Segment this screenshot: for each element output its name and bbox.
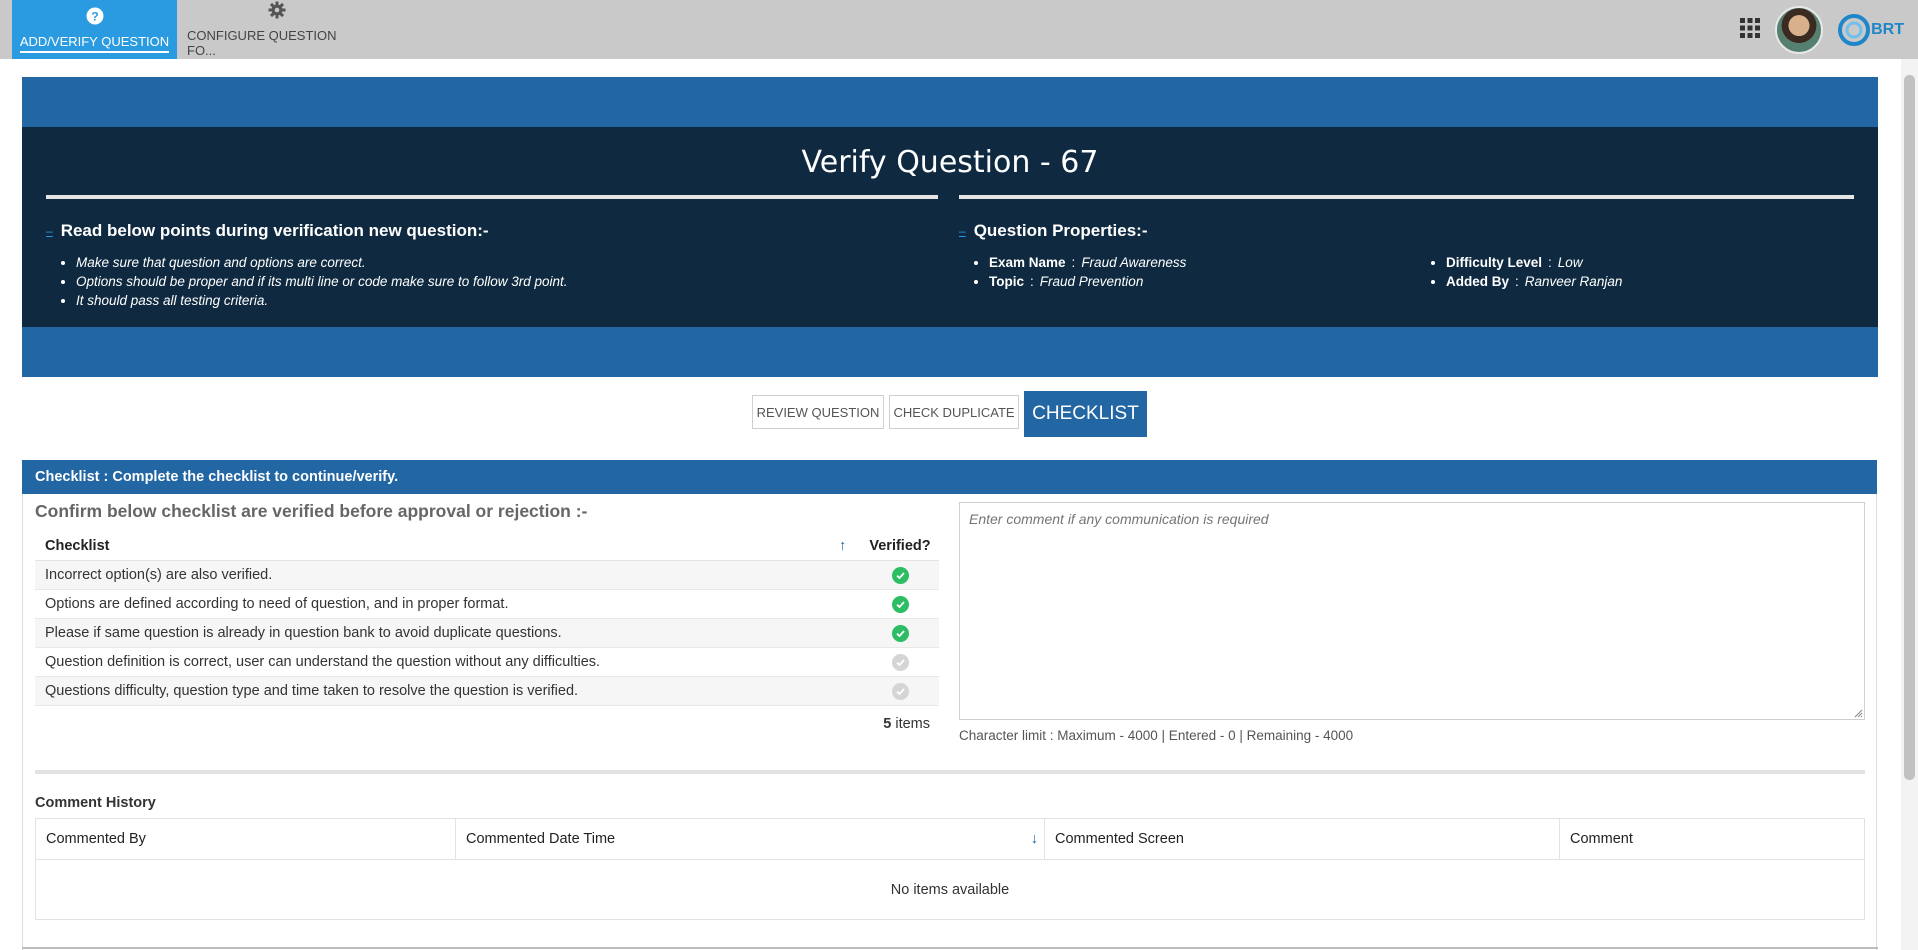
property-topic: Topic:Fraud Prevention — [989, 272, 1186, 291]
unchecked-circle-icon[interactable] — [891, 653, 909, 671]
page-bottom-rule — [22, 947, 1878, 949]
sort-descending-icon[interactable]: ↓ — [1031, 831, 1038, 847]
property-value: Fraud Awareness — [1081, 255, 1187, 270]
svg-text:?: ? — [91, 9, 98, 23]
empty-state-message: No items available — [890, 881, 1010, 898]
question-banner: Verify Question - 67 – Read below points… — [22, 127, 1878, 327]
verified-cell — [861, 653, 939, 671]
column-header-commented-by[interactable]: Commented By — [36, 819, 456, 859]
property-value: Fraud Prevention — [1039, 274, 1144, 289]
property-label: Added By — [1446, 274, 1510, 289]
verified-cell — [861, 595, 939, 613]
comment-history-header: Commented By Commented Date Time ↓ Commen… — [36, 819, 1864, 860]
column-header-checklist[interactable]: Checklist — [35, 538, 839, 554]
comment-textarea[interactable] — [959, 502, 1865, 720]
property-value: Ranveer Ranjan — [1524, 274, 1623, 289]
checklist-table-header: Checklist ↑ Verified? — [35, 531, 939, 561]
gear-icon — [268, 1, 286, 22]
column-header-comment[interactable]: Comment — [1560, 819, 1864, 859]
checklist-item-text: Options are defined according to need of… — [45, 596, 509, 612]
list-item: Make sure that question and options are … — [76, 253, 568, 272]
collapse-toggle-icon[interactable]: – — [959, 224, 966, 238]
checklist-table: Checklist ↑ Verified? Incorrect option(s… — [35, 531, 939, 706]
character-limit-text: Character limit : Maximum - 4000 | Enter… — [959, 728, 1354, 743]
items-count: 5 items — [35, 716, 930, 732]
unchecked-circle-icon[interactable] — [891, 682, 909, 700]
instructions-heading: – Read below points during verification … — [46, 221, 489, 241]
checklist-panel-header: Checklist : Complete the checklist to co… — [22, 460, 1877, 494]
property-label: Difficulty Level — [1446, 255, 1543, 270]
column-header-verified[interactable]: Verified? — [861, 538, 939, 554]
property-difficulty: Difficulty Level:Low — [1446, 253, 1622, 272]
instructions-title: Read below points during verification ne… — [60, 221, 489, 240]
divider — [46, 195, 938, 199]
verified-cell — [861, 682, 939, 700]
verified-cell — [861, 624, 939, 642]
user-avatar[interactable] — [1775, 6, 1824, 54]
table-row: Options are defined according to need of… — [35, 590, 939, 619]
top-nav-bar: ? ADD/VERIFY QUESTION CONFIGURE QUESTION… — [0, 0, 1918, 59]
logo-text: BRT — [1871, 21, 1904, 38]
check-duplicate-button[interactable]: CHECK DUPLICATE — [889, 395, 1019, 429]
column-header-commented-screen[interactable]: Commented Screen — [1045, 819, 1560, 859]
property-added-by: Added By:Ranveer Ranjan — [1446, 272, 1622, 291]
check-circle-icon[interactable] — [891, 566, 909, 584]
collapse-toggle-icon[interactable]: – — [46, 224, 53, 238]
verified-cell — [861, 566, 939, 584]
table-row: Please if same question is already in qu… — [35, 619, 939, 648]
properties-title: Question Properties:- — [973, 221, 1148, 240]
comment-history-title: Comment History — [35, 795, 156, 811]
column-label: Commented By — [46, 831, 146, 847]
property-value: Low — [1557, 255, 1583, 270]
review-question-button[interactable]: REVIEW QUESTION — [752, 395, 884, 429]
tab-configure-question[interactable]: CONFIGURE QUESTION FO... — [187, 0, 367, 59]
properties-list-right: Difficulty Level:Low Added By:Ranveer Ra… — [1446, 253, 1622, 291]
section-divider — [35, 770, 1865, 774]
property-exam-name: Exam Name:Fraud Awareness — [989, 253, 1186, 272]
banner-top-band — [22, 77, 1878, 127]
checklist-item-text: Questions difficulty, question type and … — [45, 683, 579, 699]
table-row: Questions difficulty, question type and … — [35, 677, 939, 706]
checklist-item-text: Incorrect option(s) are also verified. — [45, 567, 273, 583]
page-title: Verify Question - 67 — [801, 145, 1099, 180]
checklist-confirm-title: Confirm below checklist are verified bef… — [35, 501, 588, 521]
column-label: Commented Date Time — [466, 831, 616, 847]
check-circle-icon[interactable] — [891, 595, 909, 613]
checklist-item-text: Please if same question is already in qu… — [45, 625, 562, 641]
check-circle-icon[interactable] — [891, 624, 909, 642]
items-count-number: 5 — [883, 716, 892, 732]
instructions-list: Make sure that question and options are … — [76, 253, 568, 310]
question-circle-icon: ? — [86, 7, 104, 28]
brand-logo[interactable]: BRT — [1837, 13, 1904, 47]
properties-list-left: Exam Name:Fraud Awareness Topic:Fraud Pr… — [989, 253, 1186, 291]
table-row: Incorrect option(s) are also verified. — [35, 561, 939, 590]
checklist-button[interactable]: CHECKLIST — [1024, 391, 1147, 437]
column-label: Comment — [1570, 831, 1633, 847]
list-item: It should pass all testing criteria. — [76, 291, 568, 310]
property-label: Exam Name — [989, 255, 1066, 270]
resize-grip-icon[interactable] — [1853, 708, 1863, 718]
nav-right-area: BRT — [1739, 4, 1904, 56]
comment-history-table: Commented By Commented Date Time ↓ Commen… — [35, 818, 1865, 920]
checklist-item-text: Question definition is correct, user can… — [45, 654, 601, 670]
sort-ascending-icon[interactable]: ↑ — [839, 538, 861, 554]
tab-add-verify-question[interactable]: ? ADD/VERIFY QUESTION — [12, 0, 177, 59]
properties-heading: – Question Properties:- — [959, 221, 1148, 241]
divider — [959, 195, 1854, 199]
property-label: Topic — [989, 274, 1024, 289]
column-label: Commented Screen — [1055, 831, 1184, 847]
apps-grid-icon[interactable] — [1739, 17, 1761, 44]
scrollbar-thumb[interactable] — [1904, 75, 1915, 780]
items-count-label: items — [895, 716, 930, 732]
table-row: Question definition is correct, user can… — [35, 648, 939, 677]
list-item: Options should be proper and if its mult… — [76, 272, 568, 291]
tab-label: ADD/VERIFY QUESTION — [19, 34, 170, 53]
banner-bottom-band — [22, 327, 1878, 377]
column-header-commented-date-time[interactable]: Commented Date Time ↓ — [456, 819, 1045, 859]
tab-label: CONFIGURE QUESTION FO... — [187, 28, 337, 58]
